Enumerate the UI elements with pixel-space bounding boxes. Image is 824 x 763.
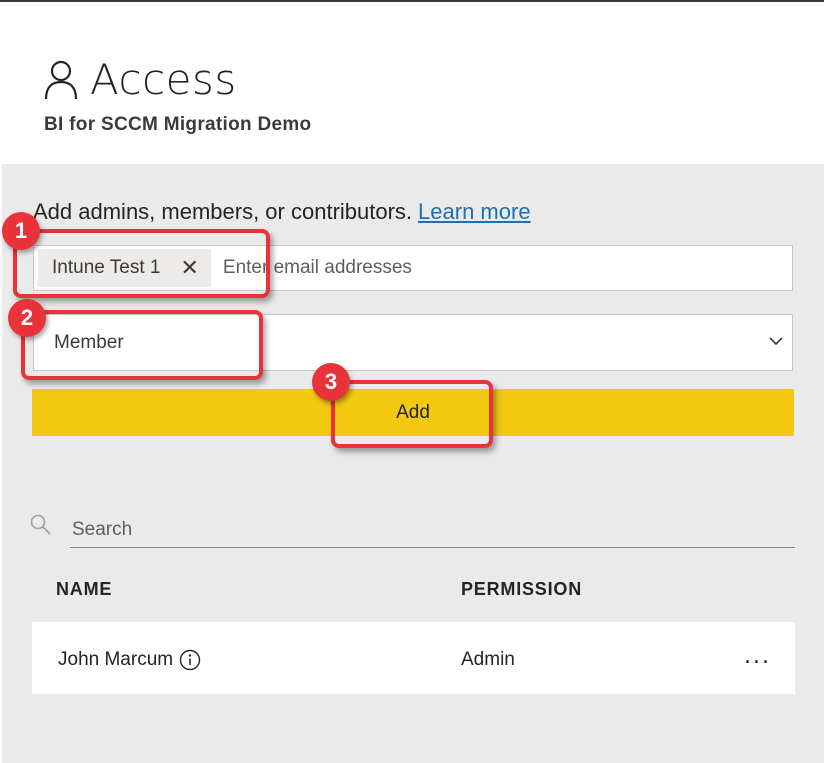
callout-badge-1: 1	[2, 212, 40, 250]
page-title: Access	[90, 55, 237, 104]
user-name: John Marcum	[58, 649, 174, 670]
learn-more-link[interactable]: Learn more	[418, 199, 531, 224]
add-instruction: Add admins, members, or contributors. Lea…	[33, 199, 531, 225]
add-instruction-text: Add admins, members, or contributors.	[33, 199, 413, 224]
callout-box-3	[331, 380, 493, 448]
email-input[interactable]	[220, 256, 725, 280]
search-input[interactable]	[70, 512, 795, 548]
chevron-down-icon	[769, 337, 783, 346]
title-row: Access	[44, 55, 311, 104]
column-header-name[interactable]: NAME	[56, 579, 112, 600]
callout-badge-3: 3	[312, 363, 350, 401]
more-options-icon[interactable]: ...	[744, 644, 771, 669]
column-header-permission[interactable]: PERMISSION	[461, 579, 582, 600]
table-row[interactable]: John Marcum Admin ...	[32, 622, 795, 694]
workspace-name: BI for SCCM Migration Demo	[44, 114, 312, 135]
callout-box-1	[13, 229, 270, 298]
page-header: Access BI for SCCM Migration Demo	[44, 55, 311, 136]
user-name-cell: John Marcum	[58, 649, 201, 671]
search-box	[30, 512, 795, 550]
person-icon	[44, 60, 78, 99]
user-permission: Admin	[461, 649, 515, 670]
search-icon	[30, 514, 51, 535]
top-border	[0, 0, 824, 2]
info-icon[interactable]	[179, 649, 201, 671]
callout-badge-2: 2	[8, 299, 46, 337]
callout-box-2	[21, 310, 263, 380]
